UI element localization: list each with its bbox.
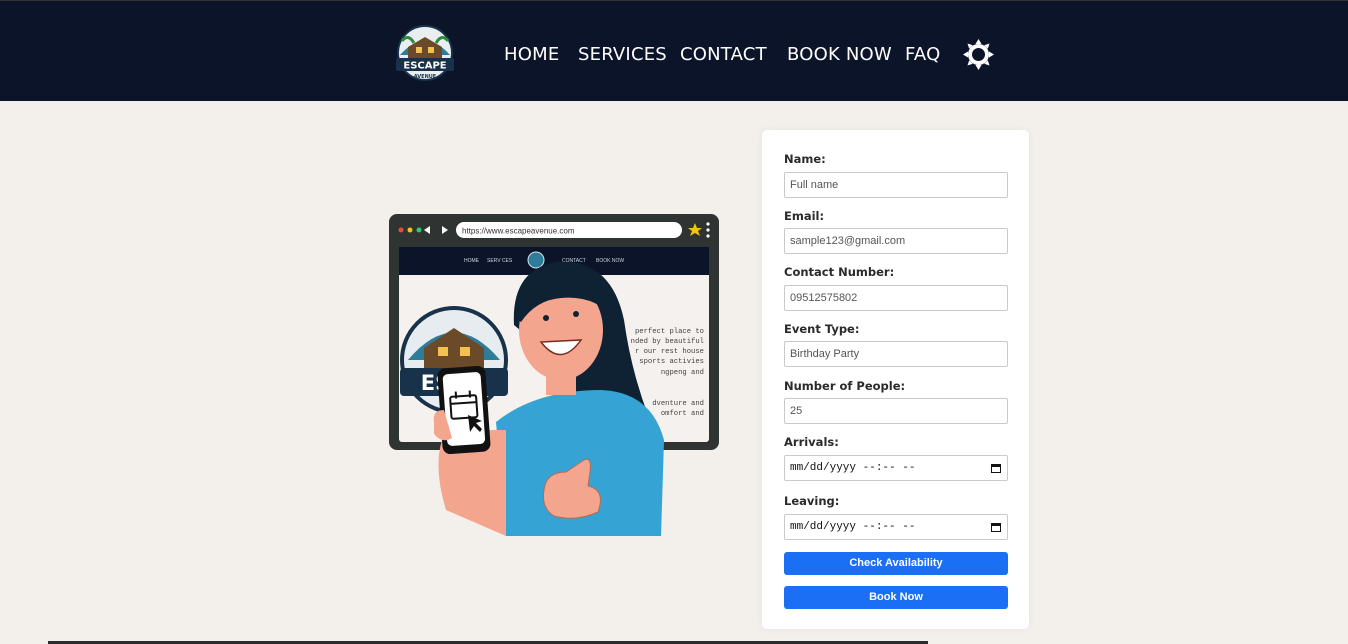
top-navbar: ESCAPE AVENUE HOME SERVICES CONTACT BOOK… (0, 0, 1348, 101)
logo-text: ESCAPE (403, 61, 446, 72)
nav-faq[interactable]: FAQ (905, 44, 940, 65)
blurred-line: sports activies (639, 358, 704, 366)
leaving-input[interactable]: mm/dd/yyyy --:-- -- (784, 514, 1008, 540)
illustration-url: https://www.escapeavenue.com (462, 227, 575, 236)
mini-nav-book: BOOK NOW (596, 258, 624, 264)
blurred-line: dventure and (652, 400, 704, 408)
blurred-line: r our rest house (635, 348, 704, 356)
name-label: Name: (784, 152, 826, 166)
contact-value: 09512575802 (790, 292, 858, 304)
escape-avenue-logo[interactable]: ESCAPE AVENUE (394, 25, 456, 85)
nav-contact[interactable]: CONTACT (680, 44, 767, 65)
arrivals-input[interactable]: mm/dd/yyyy --:-- -- (784, 455, 1008, 481)
email-input[interactable]: sample123@gmail.com (784, 228, 1008, 254)
nav-services[interactable]: SERVICES (578, 44, 667, 65)
calendar-icon[interactable] (991, 463, 1001, 473)
mini-nav-services: SERV CES (487, 258, 513, 264)
people-input[interactable]: 25 (784, 398, 1008, 424)
people-label: Number of People: (784, 379, 906, 393)
email-label: Email: (784, 209, 825, 223)
event-type-label: Event Type: (784, 322, 860, 336)
event-type-value: Birthday Party (790, 348, 860, 360)
logo-subtext: AVENUE (414, 74, 437, 80)
sun-icon[interactable] (963, 39, 994, 70)
contact-label: Contact Number: (784, 265, 895, 279)
people-value: 25 (790, 405, 803, 417)
name-placeholder: Full name (790, 179, 839, 191)
nav-book-now[interactable]: BOOK NOW (787, 44, 892, 65)
arrivals-value: mm/dd/yyyy --:-- -- (790, 462, 916, 474)
mini-nav-home: HOME (464, 258, 480, 264)
leaving-label: Leaving: (784, 494, 840, 508)
blurred-line: perfect place to (635, 328, 704, 336)
name-input[interactable]: Full name (784, 172, 1008, 198)
blurred-line: omfort and (661, 410, 704, 418)
blurred-line: ngpeng and (661, 369, 704, 377)
contact-input[interactable]: 09512575802 (784, 285, 1008, 311)
nav-home[interactable]: HOME (504, 44, 559, 65)
blurred-line: nded by beautiful (631, 338, 704, 346)
leaving-value: mm/dd/yyyy --:-- -- (790, 521, 916, 533)
event-type-input[interactable]: Birthday Party (784, 341, 1008, 367)
book-now-button[interactable]: Book Now (784, 586, 1008, 609)
check-availability-button[interactable]: Check Availability (784, 552, 1008, 575)
email-value: sample123@gmail.com (790, 235, 906, 247)
booking-form: Name: Full name Email: sample123@gmail.c… (762, 130, 1029, 629)
arrivals-label: Arrivals: (784, 435, 839, 449)
calendar-icon[interactable] (991, 522, 1001, 532)
booking-illustration: https://www.escapeavenue.com HOME SERV C… (389, 214, 719, 536)
